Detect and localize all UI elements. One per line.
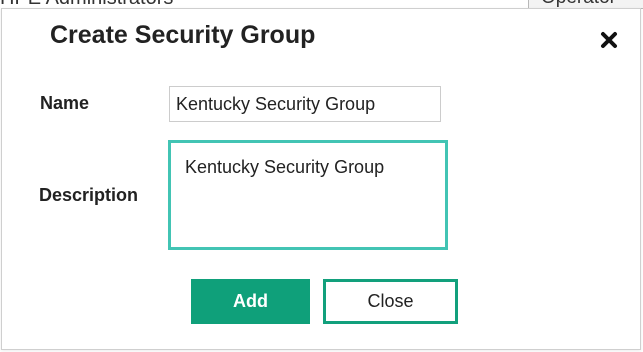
description-textarea[interactable]: Kentucky Security Group: [168, 140, 448, 250]
description-label: Description: [39, 185, 139, 205]
name-input[interactable]: [169, 86, 441, 122]
name-label: Name: [40, 93, 90, 113]
close-icon-graphic: [601, 32, 617, 48]
close-icon[interactable]: [598, 29, 620, 51]
close-button[interactable]: Close: [323, 279, 458, 324]
background-header-row: HPE Administrators Operator: [0, 0, 643, 9]
create-security-group-dialog: Create Security Group Name Description K…: [1, 8, 641, 350]
dialog-title: Create Security Group: [50, 21, 316, 49]
add-button[interactable]: Add: [191, 279, 310, 324]
